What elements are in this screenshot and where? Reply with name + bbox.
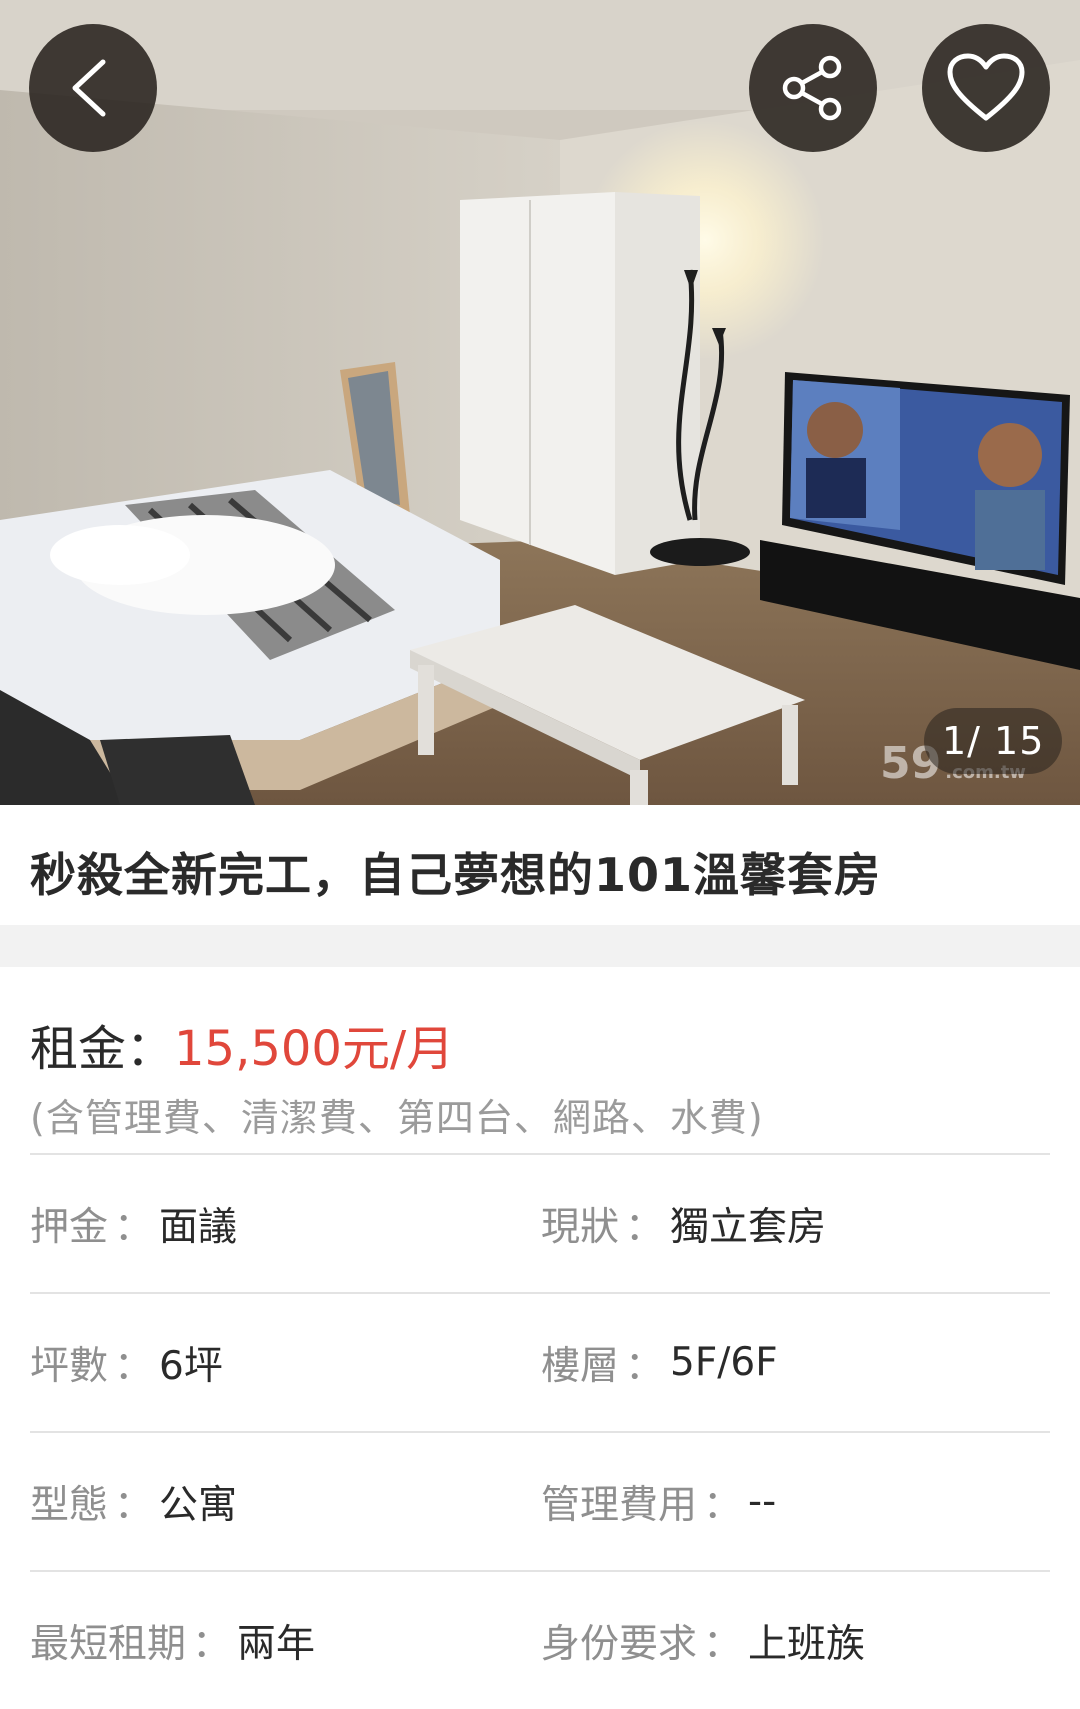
heart-outline-icon (947, 53, 1025, 121)
listing-title-section: 秒殺全新完工，自己夢想的101溫馨套房 (0, 805, 1080, 925)
share-button[interactable] (749, 24, 877, 152)
detail-value: 上班族 (748, 1621, 866, 1667)
detail-deposit: 押金：面議 (30, 1155, 237, 1292)
detail-floor: 樓層： 5F/6F (541, 1294, 778, 1431)
rent-label: 租金： (30, 1021, 175, 1077)
listing-photo-gallery[interactable]: 59.com.tw 1/ 15 (0, 0, 1080, 805)
back-button[interactable] (29, 24, 157, 152)
rent-value: 15,500元/月 (174, 1021, 455, 1077)
photo-counter: 1/ 15 (924, 708, 1063, 774)
rent-includes-note: (含管理費、清潔費、第四台、網路、水費) (30, 1096, 764, 1140)
detail-row: 型態：公寓 管理費用： -- (30, 1431, 1050, 1570)
rent-line: 租金：15,500元/月 (30, 1009, 1050, 1079)
detail-separator: ： (192, 1621, 232, 1667)
detail-min-lease: 最短租期：兩年 (30, 1572, 315, 1709)
detail-label: 最短租期 (30, 1621, 187, 1667)
detail-label: 現狀 (541, 1204, 620, 1250)
share-icon (782, 55, 842, 121)
listing-details: 租金：15,500元/月 (含管理費、清潔費、第四台、網路、水費) 押金：面議 … (0, 967, 1080, 1709)
detail-management-fee: 管理費用： -- (541, 1433, 776, 1570)
detail-separator: ： (114, 1343, 154, 1389)
listing-title: 秒殺全新完工，自己夢想的101溫馨套房 (30, 848, 882, 902)
favorite-button[interactable] (922, 24, 1050, 152)
detail-separator: ： (114, 1482, 154, 1528)
detail-label: 樓層 (541, 1343, 620, 1389)
detail-status: 現狀：獨立套房 (541, 1155, 826, 1292)
detail-area: 坪數： 6坪 (30, 1294, 223, 1431)
chevron-left-icon (72, 59, 106, 117)
room-photo (0, 0, 1080, 805)
detail-value: 公寓 (159, 1482, 238, 1528)
detail-separator: ： (703, 1482, 743, 1528)
section-divider (0, 925, 1080, 967)
detail-row: 押金：面議 現狀：獨立套房 (30, 1153, 1050, 1292)
detail-label: 型態 (30, 1482, 109, 1528)
detail-label: 坪數 (30, 1343, 109, 1389)
detail-type: 型態：公寓 (30, 1433, 237, 1570)
detail-label: 押金 (30, 1204, 109, 1250)
detail-separator: ： (703, 1621, 743, 1667)
detail-value: 面議 (159, 1204, 238, 1250)
detail-value: 6坪 (159, 1343, 223, 1389)
rent-block: 租金：15,500元/月 (含管理費、清潔費、第四台、網路、水費) (0, 967, 1080, 1153)
detail-label: 身份要求 (541, 1621, 698, 1667)
detail-label: 管理費用 (541, 1482, 698, 1528)
detail-separator: ： (625, 1204, 665, 1250)
detail-row: 最短租期：兩年 身份要求：上班族 (30, 1570, 1050, 1709)
detail-row: 坪數： 6坪 樓層： 5F/6F (30, 1292, 1050, 1431)
detail-separator: ： (625, 1343, 665, 1389)
detail-value: 兩年 (237, 1621, 316, 1667)
detail-tenant-requirement: 身份要求：上班族 (541, 1572, 865, 1709)
detail-value: -- (748, 1479, 777, 1524)
detail-separator: ： (114, 1204, 154, 1250)
detail-value: 5F/6F (670, 1340, 778, 1385)
detail-value: 獨立套房 (670, 1204, 827, 1250)
